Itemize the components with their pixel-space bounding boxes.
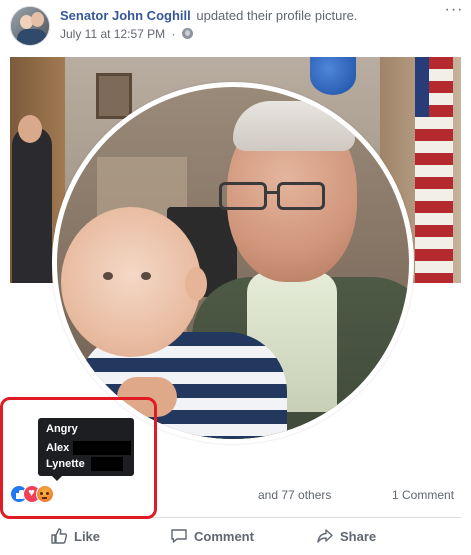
annotation-highlight	[0, 397, 157, 519]
profile-picture-frame	[52, 82, 414, 444]
comment-button[interactable]: Comment	[170, 522, 254, 550]
like-label: Like	[74, 528, 101, 544]
thumbs-up-icon	[51, 528, 68, 544]
post-meta: July 11 at 12:57 PM ·	[60, 27, 193, 41]
comment-bubble-icon	[171, 529, 187, 543]
share-arrow-icon	[317, 529, 333, 543]
like-button[interactable]: Like	[50, 522, 100, 550]
profile-picture	[57, 87, 409, 439]
post-timestamp-link[interactable]: July 11 at 12:57 PM	[60, 27, 165, 41]
share-button[interactable]: Share	[316, 522, 376, 550]
post-header: Senator John Coghill updated their profi…	[0, 0, 471, 52]
post-action-text: updated their profile picture.	[196, 8, 358, 23]
globe-icon[interactable]	[181, 28, 193, 39]
more-options-icon[interactable]: ···	[440, 0, 468, 20]
post-headline: Senator John Coghill updated their profi…	[60, 8, 358, 23]
reaction-count-link[interactable]: and 77 others	[258, 488, 331, 502]
author-name-link[interactable]: Senator John Coghill	[60, 8, 191, 23]
comment-count-link[interactable]: 1 Comment	[392, 488, 454, 502]
comment-label: Comment	[194, 528, 254, 544]
meta-separator: ·	[171, 27, 176, 41]
balloon	[310, 57, 356, 95]
author-avatar[interactable]	[10, 6, 50, 46]
share-label: Share	[340, 528, 377, 544]
